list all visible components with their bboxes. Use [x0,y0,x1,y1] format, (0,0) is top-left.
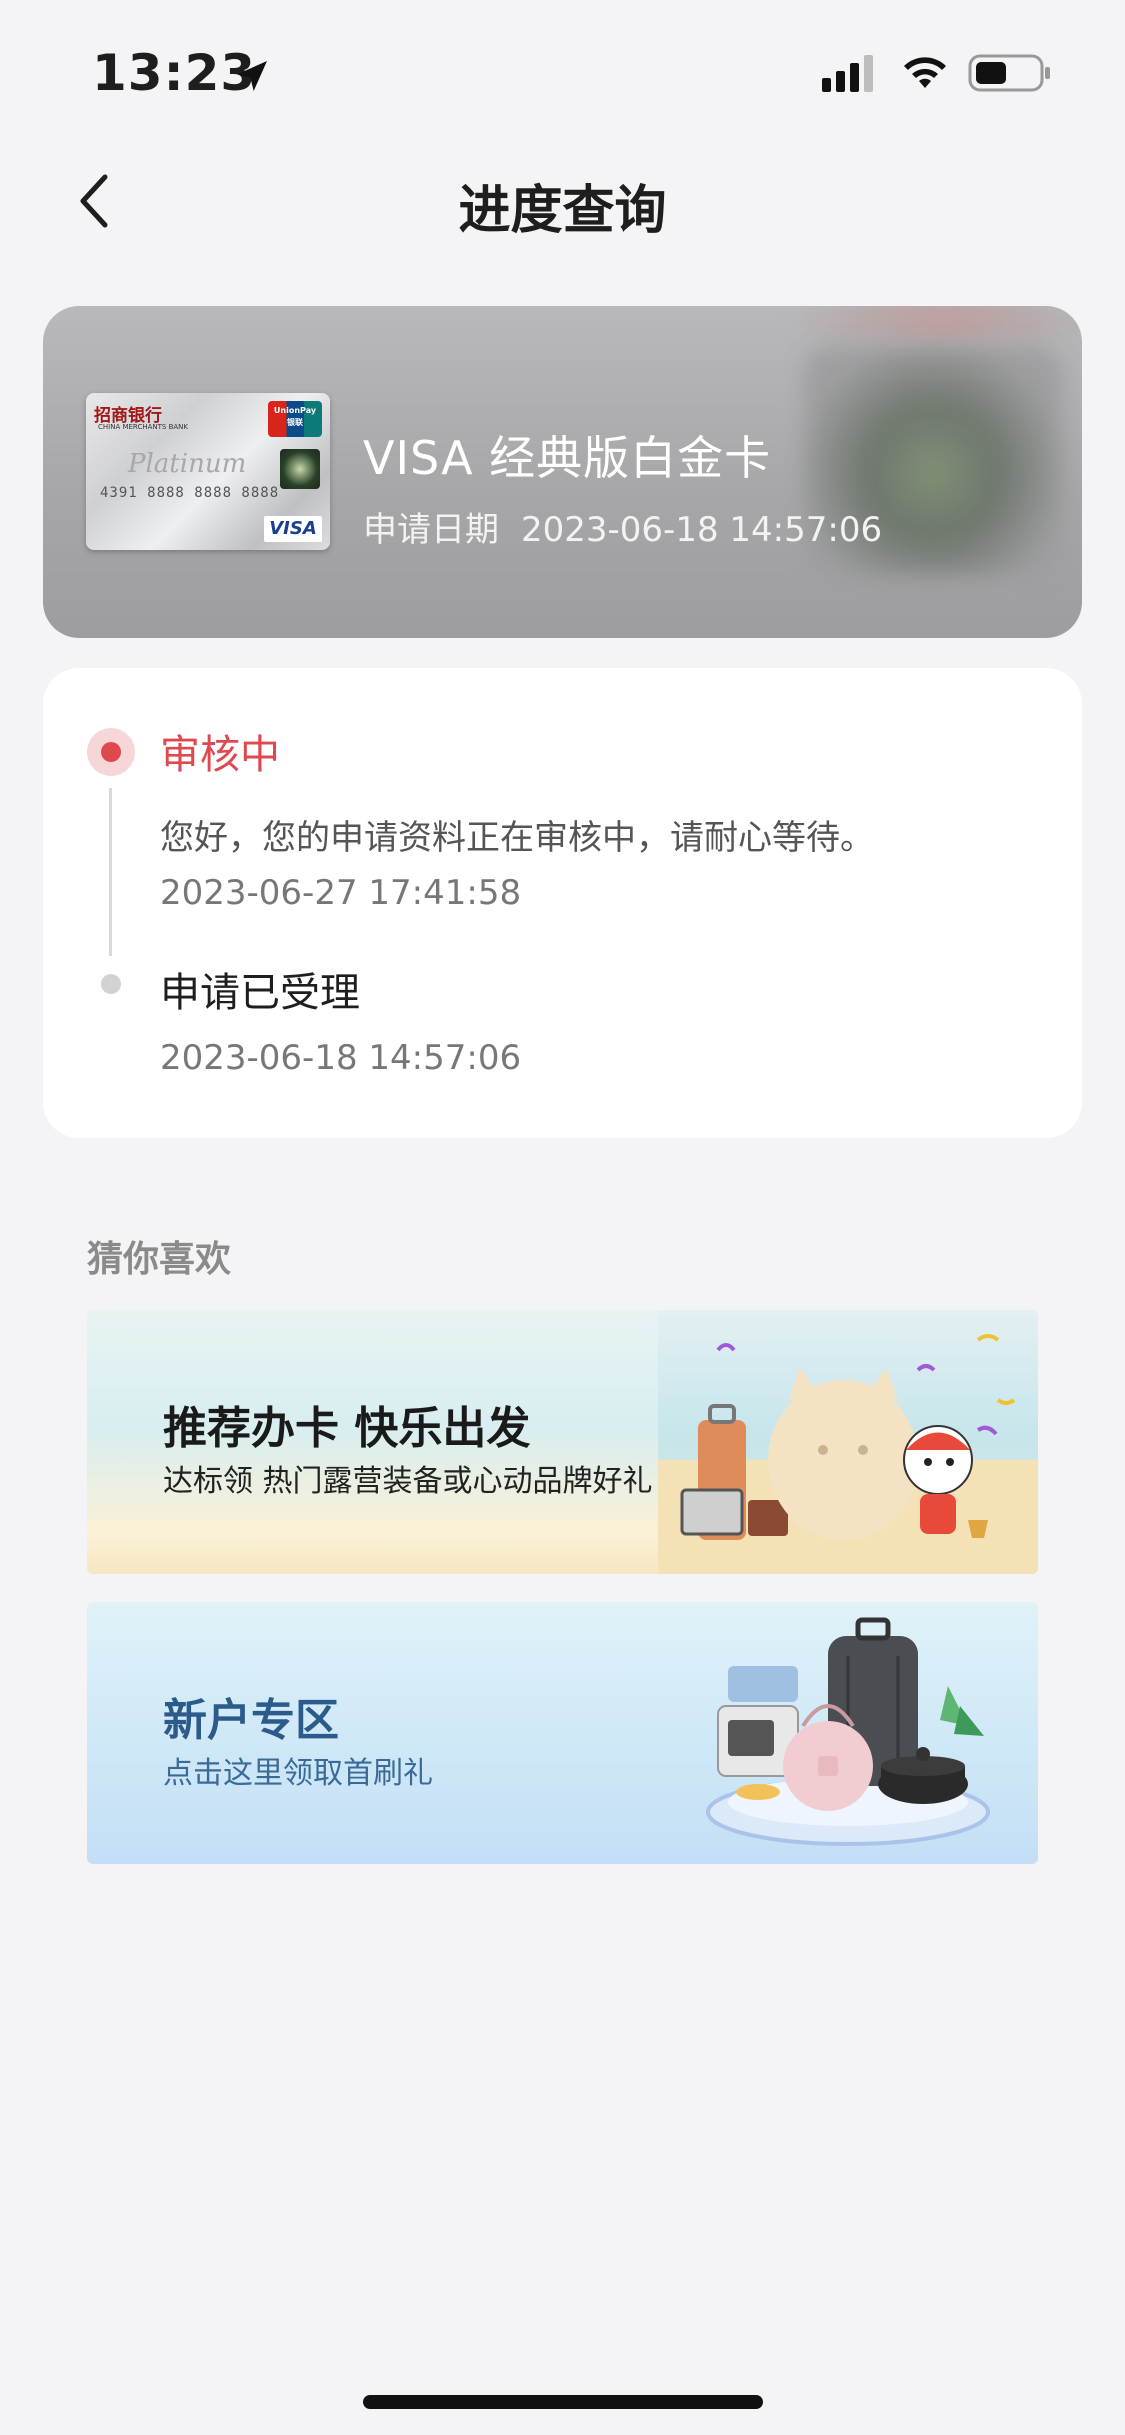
card-name: VISA 经典版白金卡 [363,431,772,485]
location-arrow-icon [237,61,267,91]
wifi-icon [904,57,946,88]
visa-logo: VISA [264,516,322,542]
progress-timeline: 审核中 您好，您的申请资料正在审核中，请耐心等待。 2023-06-27 17:… [43,668,1082,1138]
step-status: 申请已受理 [160,970,360,1016]
step-status: 审核中 [160,732,280,778]
step-time: 2023-06-27 17:41:58 [160,873,522,913]
card-bank-subtitle: CHINA MERCHANTS BANK [98,423,188,431]
step-description: 您好，您的申请资料正在审核中，请耐心等待。 [160,818,874,858]
timeline-dot-active [87,728,135,776]
card-tier: Platinum [128,449,247,479]
apply-date-row: 申请日期 2023-06-18 14:57:06 [363,502,882,551]
banner-subtitle: 达标领 热门露营装备或心动品牌好礼 [163,1464,653,1499]
promo-banner-new-user[interactable]: 新户专区 点击这里领取首刷礼 [87,1602,1038,1864]
beach-illustration [658,1310,1038,1574]
timeline-dot-done [101,974,121,994]
battery-icon [968,54,1050,92]
nav-bar: 进度查询 [0,150,1125,250]
card-hologram-icon [280,449,320,489]
banner-title: 推荐办卡 快乐出发 [163,1403,531,1454]
promo-banner-apply-card[interactable]: 推荐办卡 快乐出发 达标领 热门露营装备或心动品牌好礼 [87,1310,1038,1574]
step-time: 2023-06-18 14:57:06 [160,1038,522,1078]
banner-subtitle: 点击这里领取首刷礼 [163,1756,433,1791]
status-bar: 13:23 [0,0,1125,150]
signal-icon [822,55,873,92]
card-thumbnail: 招商银行 CHINA MERCHANTS BANK UnionPay 银联 Pl… [86,393,330,550]
timeline-connector [109,788,112,956]
unionpay-logo: UnionPay 银联 [268,401,322,437]
card-number: 4391 8888 8888 8888 [100,485,280,501]
apply-date-value: 2023-06-18 14:57:06 [521,510,883,550]
card-summary: 招商银行 CHINA MERCHANTS BANK UnionPay 银联 Pl… [43,306,1082,638]
apply-date-label: 申请日期 [363,510,499,550]
page-title: 进度查询 [458,181,667,241]
recommend-heading: 猜你喜欢 [87,1239,232,1280]
banner-title: 新户专区 [163,1695,339,1746]
products-illustration [706,1617,990,1846]
home-indicator[interactable] [363,2395,763,2409]
